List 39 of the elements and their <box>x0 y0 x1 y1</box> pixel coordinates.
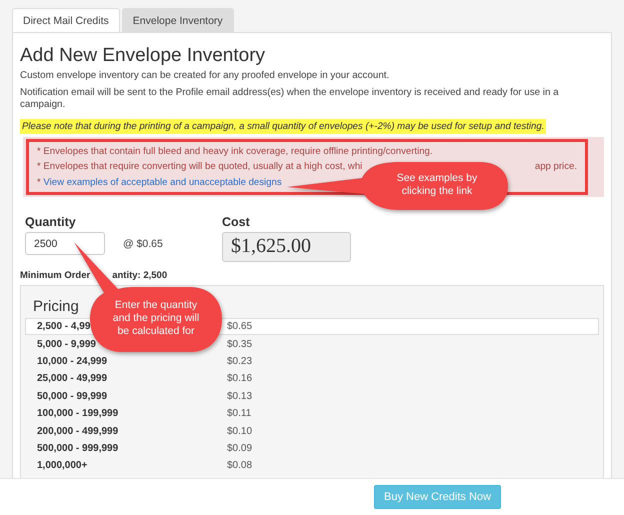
cost-field: $1,625.00 <box>222 232 351 262</box>
minimum-order-text: Minimum Order <box>20 270 90 281</box>
warning-text: app price. <box>534 160 577 174</box>
highlighted-note: Please note that during the printing of a campaign, a small quantity of envelopes (+-2%) may be used for setup and testing. <box>20 118 546 134</box>
tab[interactable]: Direct Mail Credits <box>12 8 120 32</box>
warning-text: * Envelopes that require converting will be quoted, usually at a high cost, whi <box>37 160 362 174</box>
tier-price: $0.08 <box>227 460 252 472</box>
unit-price: @ $0.65 <box>123 238 163 250</box>
callout-text: Enter the quantity and the pricing will be calculated for <box>112 299 200 338</box>
quantity-range: 200,000 - 499,999 <box>37 426 118 437</box>
tier-price: $0.13 <box>227 390 252 402</box>
page-title: Add New Envelope Inventory <box>20 45 266 67</box>
quantity-range: 10,000 - 24,999 <box>37 356 108 367</box>
quantity-range: 100,000 - 199,999 <box>37 408 118 420</box>
description-text: Custom envelope inventory can be created for any proofed envelope in your account. <box>20 70 390 82</box>
tier-price: $0.11 <box>227 408 252 420</box>
tier-price: $0.09 <box>227 442 252 454</box>
warning-text: * Envelopes that contain full bleed and heavy ink coverage, require offline printing/converting. <box>37 144 433 158</box>
quantity-range: 2,500 - 4,99 <box>37 321 90 332</box>
quantity-input[interactable]: 2500 <box>25 232 105 255</box>
tier-price: $0.65 <box>227 321 252 332</box>
tier-price: $0.23 <box>227 356 252 367</box>
cost-label: Cost <box>222 215 251 229</box>
quantity-range: 25,000 - 49,999 <box>37 373 108 384</box>
tier-price: $0.16 <box>227 373 252 384</box>
quantity-label: Quantity <box>25 215 77 229</box>
quantity-range: 50,000 - 99,999 <box>37 390 108 402</box>
description-text: Notification email will be sent to the Profile email address(es) when the envelope inventory is received and ready for use in a campaign. <box>20 86 560 112</box>
callout-text: See examples by clicking the link <box>396 172 478 198</box>
tab[interactable]: Envelope Inventory <box>122 8 234 32</box>
pricing-title: Pricing <box>33 298 79 315</box>
quantity-range: 1,000,000+ <box>37 460 88 472</box>
minimum-order-text: antity: 2,500 <box>112 270 168 281</box>
warning-text: * View examples of acceptable and unacceptable designs <box>37 176 282 190</box>
tier-price: $0.35 <box>227 338 252 350</box>
quantity-range: 500,000 - 999,999 <box>37 442 118 454</box>
quantity-range: 5,000 - 9,999 <box>37 338 96 350</box>
tier-price: $0.10 <box>227 426 252 437</box>
examples-link[interactable]: View examples of acceptable and unacceptable designs <box>43 176 282 188</box>
